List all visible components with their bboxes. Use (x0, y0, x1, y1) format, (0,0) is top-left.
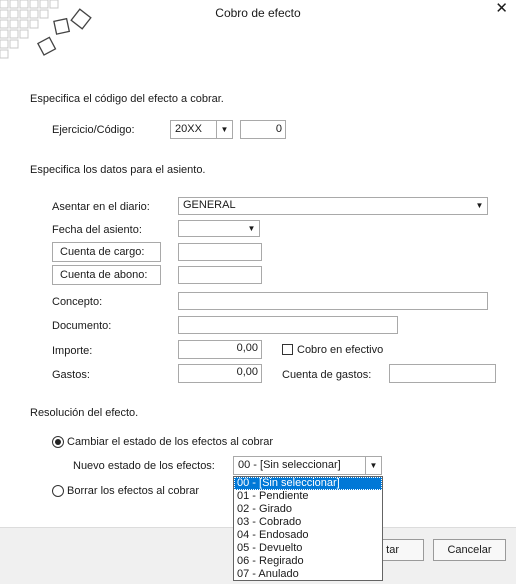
dropdown-option[interactable]: 05 - Devuelto (234, 542, 382, 555)
close-icon[interactable]: ✕ (495, 0, 508, 18)
concepto-field[interactable] (178, 292, 488, 310)
dropdown-option[interactable]: 03 - Cobrado (234, 516, 382, 529)
cuenta-cargo-button[interactable]: Cuenta de cargo: (52, 242, 161, 262)
cobro-efectivo-label: Cobro en efectivo (297, 344, 384, 356)
dropdown-option[interactable]: 01 - Pendiente (234, 490, 382, 503)
nuevo-estado-value: 00 - [Sin seleccionar] (238, 459, 341, 471)
cuenta-gastos-field[interactable] (389, 364, 496, 383)
dropdown-option[interactable]: 06 - Regirado (234, 555, 382, 568)
documento-field[interactable] (178, 316, 398, 334)
radio-cambiar-estado[interactable] (52, 436, 64, 448)
ejercicio-value: 20XX (175, 123, 202, 135)
chevron-down-icon[interactable]: ▼ (365, 457, 381, 474)
dropdown-option[interactable]: 07 - Anulado (234, 568, 382, 581)
concepto-label: Concepto: (52, 296, 103, 308)
nuevo-estado-label: Nuevo estado de los efectos: (73, 460, 215, 472)
diario-label: Asentar en el diario: (52, 201, 150, 213)
cuenta-abono-button[interactable]: Cuenta de abono: (52, 265, 161, 285)
cuenta-abono-field[interactable] (178, 266, 262, 284)
chevron-down-icon[interactable]: ▼ (472, 198, 487, 213)
cuenta-gastos-label: Cuenta de gastos: (282, 369, 372, 381)
dropdown-option[interactable]: 04 - Endosado (234, 529, 382, 542)
radio-borrar-efectos[interactable] (52, 485, 64, 497)
cancel-button[interactable]: Cancelar (433, 539, 506, 561)
dropdown-option[interactable]: 02 - Girado (234, 503, 382, 516)
gastos-field[interactable]: 0,00 (178, 364, 262, 383)
codigo-field[interactable]: 0 (240, 120, 286, 139)
fecha-select[interactable]: ▼ (178, 220, 260, 237)
section-asiento-heading: Especifica los datos para el asiento. (30, 164, 206, 176)
documento-label: Documento: (52, 320, 112, 332)
ejercicio-select[interactable]: 20XX ▼ (170, 120, 233, 139)
section-resolucion-heading: Resolución del efecto. (30, 407, 139, 419)
cuenta-cargo-field[interactable] (178, 243, 262, 261)
chevron-down-icon[interactable]: ▼ (244, 221, 259, 236)
ejercicio-label: Ejercicio/Código: (52, 124, 135, 136)
cobro-efectivo-checkbox[interactable] (282, 344, 293, 355)
radio-borrar-efectos-label: Borrar los efectos al cobrar (67, 485, 200, 497)
diario-select[interactable]: GENERAL ▼ (178, 197, 488, 215)
estado-dropdown-list: 00 - [Sin seleccionar] 01 - Pendiente 02… (233, 476, 383, 581)
chevron-down-icon[interactable]: ▼ (216, 121, 232, 138)
importe-label: Importe: (52, 345, 93, 357)
window-title: Cobro de efecto (215, 6, 301, 20)
gastos-label: Gastos: (52, 369, 90, 381)
section-codigo-heading: Especifica el código del efecto a cobrar… (30, 93, 224, 105)
nuevo-estado-select[interactable]: 00 - [Sin seleccionar] ▼ (233, 456, 382, 475)
dropdown-option[interactable]: 00 - [Sin seleccionar] (234, 477, 382, 490)
diario-value: GENERAL (183, 199, 236, 211)
radio-cambiar-estado-label: Cambiar el estado de los efectos al cobr… (67, 436, 274, 448)
fecha-label: Fecha del asiento: (52, 224, 142, 236)
importe-field[interactable]: 0,00 (178, 340, 262, 359)
